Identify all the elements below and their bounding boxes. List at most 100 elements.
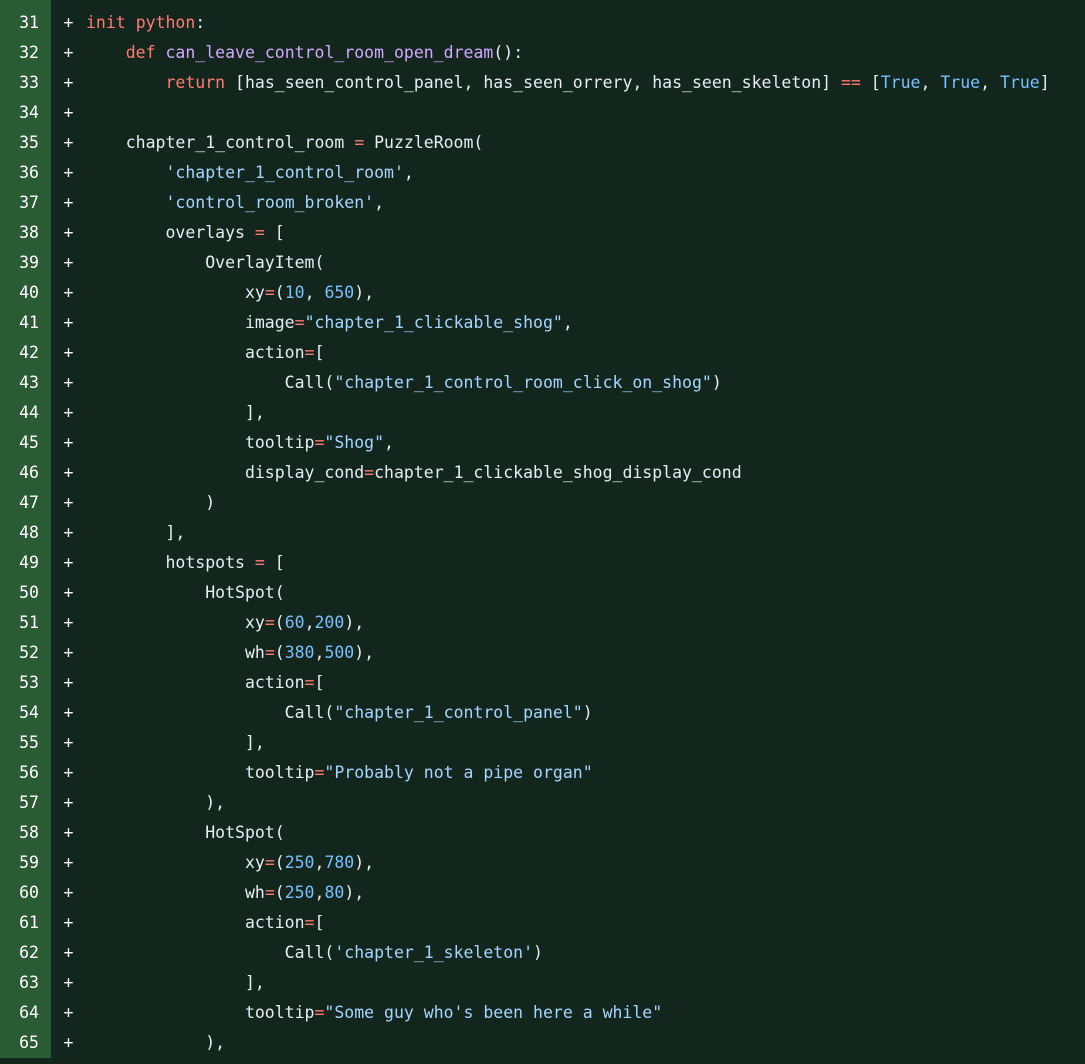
code-token: ),: [344, 883, 365, 902]
code-text: OverlayItem(: [86, 248, 324, 278]
code-token: Call(: [86, 703, 335, 722]
code-token: ],: [86, 973, 265, 992]
code-text: action=[: [86, 668, 324, 698]
diff-line-added: 62 + Call('chapter_1_skeleton'): [0, 938, 1085, 968]
code-token: ),: [344, 613, 365, 632]
diff-add-marker: +: [63, 343, 74, 362]
code-text: init python:: [86, 8, 205, 38]
code-token: 60: [284, 613, 305, 632]
code-token: def: [125, 43, 156, 62]
line-number: 49: [0, 548, 51, 578]
code-token: =: [264, 853, 275, 872]
diff-line-added: 39 + OverlayItem(: [0, 248, 1085, 278]
code-token: ,: [384, 433, 394, 452]
diff-add-marker: +: [63, 223, 74, 242]
diff-add-marker: +: [63, 703, 74, 722]
code-token: action: [86, 673, 305, 692]
diff-line-added: 50 + HotSpot(: [0, 578, 1085, 608]
diff-add-marker: +: [63, 493, 74, 512]
code-text: HotSpot(: [86, 578, 284, 608]
code-token: return: [165, 73, 226, 92]
code-text: xy=(10, 650),: [86, 278, 374, 308]
diff-line-added: 52 + wh=(380,500),: [0, 638, 1085, 668]
diff-add-marker: +: [63, 913, 74, 932]
code-token: 10: [284, 283, 305, 302]
diff-line-added: 65 + ),: [0, 1028, 1085, 1058]
code-token: ():: [493, 43, 524, 62]
diff-line-added: 33 + return [has_seen_control_panel, has_…: [0, 68, 1085, 98]
line-number: 39: [0, 248, 51, 278]
diff-add-marker: +: [63, 793, 74, 812]
code-token: =: [354, 133, 365, 152]
code-token: image: [86, 313, 295, 332]
code-token: ,: [562, 313, 573, 332]
code-token: 500: [324, 643, 355, 662]
code-token: =: [304, 343, 315, 362]
code-text: wh=(380,500),: [86, 638, 374, 668]
code-token: wh: [86, 883, 265, 902]
diff-line-added: 48 + ],: [0, 518, 1085, 548]
line-number: 33: [0, 68, 51, 98]
code-text: ): [86, 488, 215, 518]
diff-add-marker: +: [63, 583, 74, 602]
diff-line-added: 55 + ],: [0, 728, 1085, 758]
code-token: ,: [403, 163, 414, 182]
code-token: "Shog": [324, 433, 385, 452]
code-token: "chapter_1_control_panel": [334, 703, 583, 722]
diff-line-added: 56 + tooltip="Probably not a pipe organ": [0, 758, 1085, 788]
code-token: =: [304, 673, 315, 692]
diff-add-marker: +: [63, 313, 74, 332]
code-token: ): [711, 373, 722, 392]
diff-add-marker: +: [63, 763, 74, 782]
line-number: 54: [0, 698, 51, 728]
code-token: display_cond: [86, 463, 365, 482]
code-token: ): [533, 943, 543, 962]
line-number: 46: [0, 458, 51, 488]
code-diff-view: 31 + init python: 32 + def can_leave_control…: [0, 8, 1085, 1058]
code-token: =: [314, 1003, 325, 1022]
line-number: 34: [0, 98, 51, 128]
code-token: (: [274, 283, 285, 302]
code-token: ,: [314, 883, 325, 902]
diff-line-added: 49 + hotspots = [: [0, 548, 1085, 578]
code-token: 250: [284, 853, 315, 872]
line-number: 60: [0, 878, 51, 908]
diff-line-added: 57 + ),: [0, 788, 1085, 818]
line-number: 58: [0, 818, 51, 848]
code-token: xy: [86, 283, 265, 302]
code-token: ),: [86, 1033, 226, 1052]
code-text: tooltip="Probably not a pipe organ": [86, 758, 593, 788]
line-number: 40: [0, 278, 51, 308]
code-token: ,: [304, 283, 325, 302]
diff-add-marker: +: [63, 1033, 74, 1052]
diff-add-marker: +: [63, 403, 74, 422]
code-token: ==: [841, 73, 861, 92]
diff-line-added: 36 + 'chapter_1_control_room',: [0, 158, 1085, 188]
code-token: [: [860, 73, 881, 92]
diff-line-added: 59 + xy=(250,780),: [0, 848, 1085, 878]
code-text: hotspots = [: [86, 548, 284, 578]
code-token: "chapter_1_control_room_click_on_shog": [334, 373, 712, 392]
line-number: 65: [0, 1028, 51, 1058]
line-number: 55: [0, 728, 51, 758]
code-token: [has_seen_control_panel, has_seen_orrery…: [225, 73, 841, 92]
diff-line-added: 60 + wh=(250,80),: [0, 878, 1085, 908]
code-text: Call("chapter_1_control_panel"): [86, 698, 593, 728]
code-token: ,: [374, 193, 385, 212]
code-token: wh: [86, 643, 265, 662]
code-text: overlays = [: [86, 218, 284, 248]
code-token: 'control_room_broken': [165, 193, 375, 212]
code-text: ),: [86, 788, 225, 818]
code-token: python: [135, 13, 196, 32]
code-token: xy: [86, 613, 265, 632]
code-token: ),: [354, 853, 375, 872]
diff-line-added: 64 + tooltip="Some guy who's been here a …: [0, 998, 1085, 1028]
code-token: ),: [354, 283, 375, 302]
diff-add-marker: +: [63, 883, 74, 902]
code-token: ): [582, 703, 593, 722]
line-number: 53: [0, 668, 51, 698]
code-token: True: [1000, 73, 1040, 92]
